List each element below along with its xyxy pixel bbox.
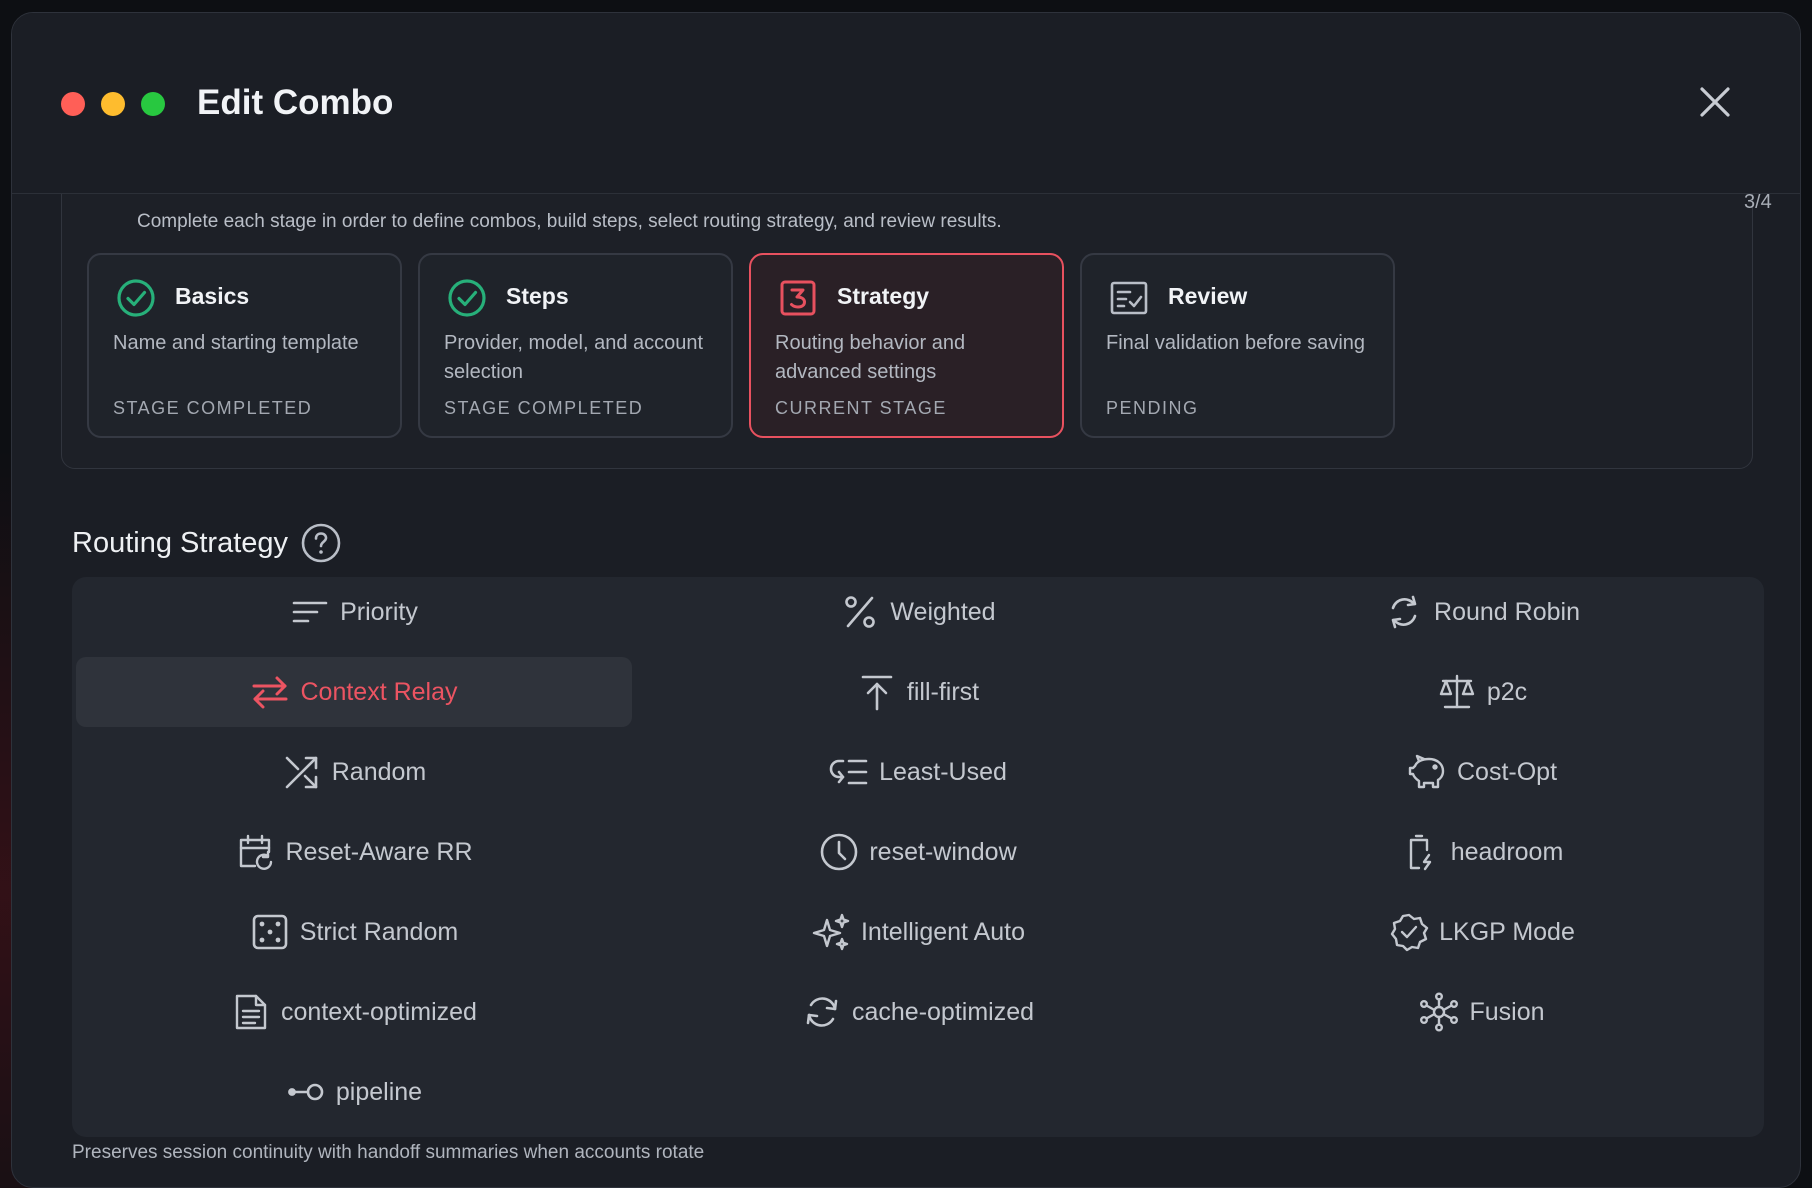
- strategy-fill-first[interactable]: fill-first: [640, 657, 1196, 727]
- strategy-label: pipeline: [335, 1077, 423, 1106]
- stage-steps[interactable]: Steps Provider, model, and account selec…: [418, 253, 733, 438]
- strategy-grid: Priority Weighted Round Robin Context Re…: [72, 577, 1764, 1137]
- routing-strategy-heading: Routing Strategy: [72, 522, 342, 564]
- edit-combo-modal: Edit Combo Combo Builder Flow Complete e…: [11, 12, 1801, 1188]
- strategy-lkgp-mode[interactable]: LKGP Mode: [1204, 897, 1760, 967]
- strategy-least-used[interactable]: Least-Used: [640, 737, 1196, 807]
- stage-description: Provider, model, and account selection: [444, 332, 704, 383]
- network-icon: [1420, 992, 1459, 1032]
- strategy-random[interactable]: Random: [76, 737, 632, 807]
- strategy-strict-random[interactable]: Strict Random: [76, 897, 632, 967]
- strategy-pipeline[interactable]: pipeline: [76, 1057, 632, 1127]
- strategy-round-robin[interactable]: Round Robin: [1204, 577, 1760, 647]
- stage-description: Routing behavior and advanced settings: [775, 332, 966, 383]
- strategy-fusion[interactable]: Fusion: [1204, 977, 1760, 1047]
- strategy-label: context-optimized: [281, 997, 477, 1026]
- scale-icon: [1439, 674, 1475, 709]
- flow-subtitle: Complete each stage in order to define c…: [137, 211, 1002, 232]
- clock-icon: [821, 833, 858, 871]
- strategy-label: fill-first: [906, 677, 980, 706]
- strategy-label: LKGP Mode: [1439, 917, 1575, 946]
- check-circle-icon: [448, 279, 486, 317]
- strategy-label: Cost-Opt: [1456, 757, 1558, 786]
- strategy-weighted[interactable]: Weighted: [640, 577, 1196, 647]
- strategy-label: Weighted: [890, 597, 996, 626]
- strategy-p2c[interactable]: p2c: [1204, 657, 1760, 727]
- modal-header: Edit Combo: [12, 13, 1800, 194]
- strategy-label: Random: [331, 757, 427, 786]
- sync-icon: [806, 997, 838, 1027]
- strategy-description: Preserves session continuity with handof…: [72, 1142, 705, 1163]
- strategy-label: Least-Used: [879, 757, 1007, 786]
- routing-strategy-title: Routing Strategy: [72, 526, 289, 559]
- strategy-label: Round Robin: [1434, 597, 1580, 626]
- shuffle-icon: [285, 756, 318, 789]
- window-controls: [61, 92, 165, 116]
- stage-description: Final validation before saving: [1106, 332, 1366, 354]
- list-return-icon: [829, 759, 868, 785]
- stage-status: STAGE COMPLETED: [444, 398, 644, 418]
- stage-strategy[interactable]: Strategy Routing behavior and advanced s…: [749, 253, 1064, 438]
- dice-icon: [252, 914, 288, 950]
- piggy-bank-icon: [1408, 754, 1445, 789]
- strategy-label: Reset-Aware RR: [285, 837, 473, 866]
- arrow-up-bar-icon: [861, 675, 893, 711]
- refresh-icon: [1391, 595, 1417, 629]
- modal-body: Combo Builder Flow Complete each stage i…: [12, 164, 1800, 1187]
- strategy-label: Priority: [340, 597, 418, 626]
- sparkles-icon: [812, 913, 850, 951]
- strategy-cost-opt[interactable]: Cost-Opt: [1204, 737, 1760, 807]
- help-icon[interactable]: [300, 522, 342, 564]
- battery-charging-icon: [1409, 834, 1431, 871]
- strategy-label: Fusion: [1469, 997, 1545, 1026]
- check-circle-icon: [117, 279, 155, 317]
- pipeline-icon: [288, 1083, 324, 1101]
- swap-arrows-icon: [252, 676, 288, 709]
- stage-basics[interactable]: Basics Name and starting template STAGE …: [87, 253, 402, 438]
- window-maximize-dot[interactable]: [141, 92, 165, 116]
- flow-progress: 3/4: [1744, 191, 1772, 213]
- close-icon[interactable]: [1694, 81, 1736, 123]
- badge-check-icon: [1390, 913, 1429, 952]
- strategy-priority[interactable]: Priority: [76, 577, 632, 647]
- strategy-label: Context Relay: [300, 677, 458, 706]
- stage-status: STAGE COMPLETED: [113, 398, 313, 418]
- strategy-context-relay[interactable]: Context Relay: [76, 657, 632, 727]
- strategy-label: Intelligent Auto: [860, 917, 1025, 946]
- strategy-label: p2c: [1486, 677, 1528, 706]
- priority-lines-icon: [292, 601, 328, 623]
- checklist-icon: [1110, 281, 1148, 315]
- stage-description: Name and starting template: [113, 332, 359, 354]
- stage-status: PENDING: [1106, 398, 1199, 418]
- stage-title: Review: [1168, 283, 1248, 309]
- strategy-reset-aware-rr[interactable]: Reset-Aware RR: [76, 817, 632, 887]
- stage-title: Basics: [175, 283, 250, 309]
- strategy-cache-optimized[interactable]: cache-optimized: [640, 977, 1196, 1047]
- combo-builder-flow: Combo Builder Flow Complete each stage i…: [61, 164, 1772, 469]
- calendar-refresh-icon: [240, 834, 273, 870]
- stage-status: CURRENT STAGE: [775, 398, 947, 418]
- strategy-reset-window[interactable]: reset-window: [640, 817, 1196, 887]
- strategy-intelligent-auto[interactable]: Intelligent Auto: [640, 897, 1196, 967]
- strategy-label: cache-optimized: [851, 997, 1035, 1026]
- strategy-context-optimized[interactable]: context-optimized: [76, 977, 632, 1047]
- strategy-label: reset-window: [869, 837, 1017, 866]
- window-minimize-dot[interactable]: [101, 92, 125, 116]
- window-close-dot[interactable]: [61, 92, 85, 116]
- stage-title: Strategy: [837, 283, 930, 309]
- stage-review[interactable]: Review Final validation before saving PE…: [1080, 253, 1395, 438]
- strategy-label: Strict Random: [299, 917, 459, 946]
- strategy-label: headroom: [1450, 837, 1564, 866]
- stage-title: Steps: [506, 283, 569, 309]
- number-3-icon: [780, 280, 816, 316]
- document-icon: [235, 994, 267, 1030]
- strategy-headroom[interactable]: headroom: [1204, 817, 1760, 887]
- modal-title: Edit Combo: [197, 83, 394, 122]
- percent-icon: [845, 596, 876, 628]
